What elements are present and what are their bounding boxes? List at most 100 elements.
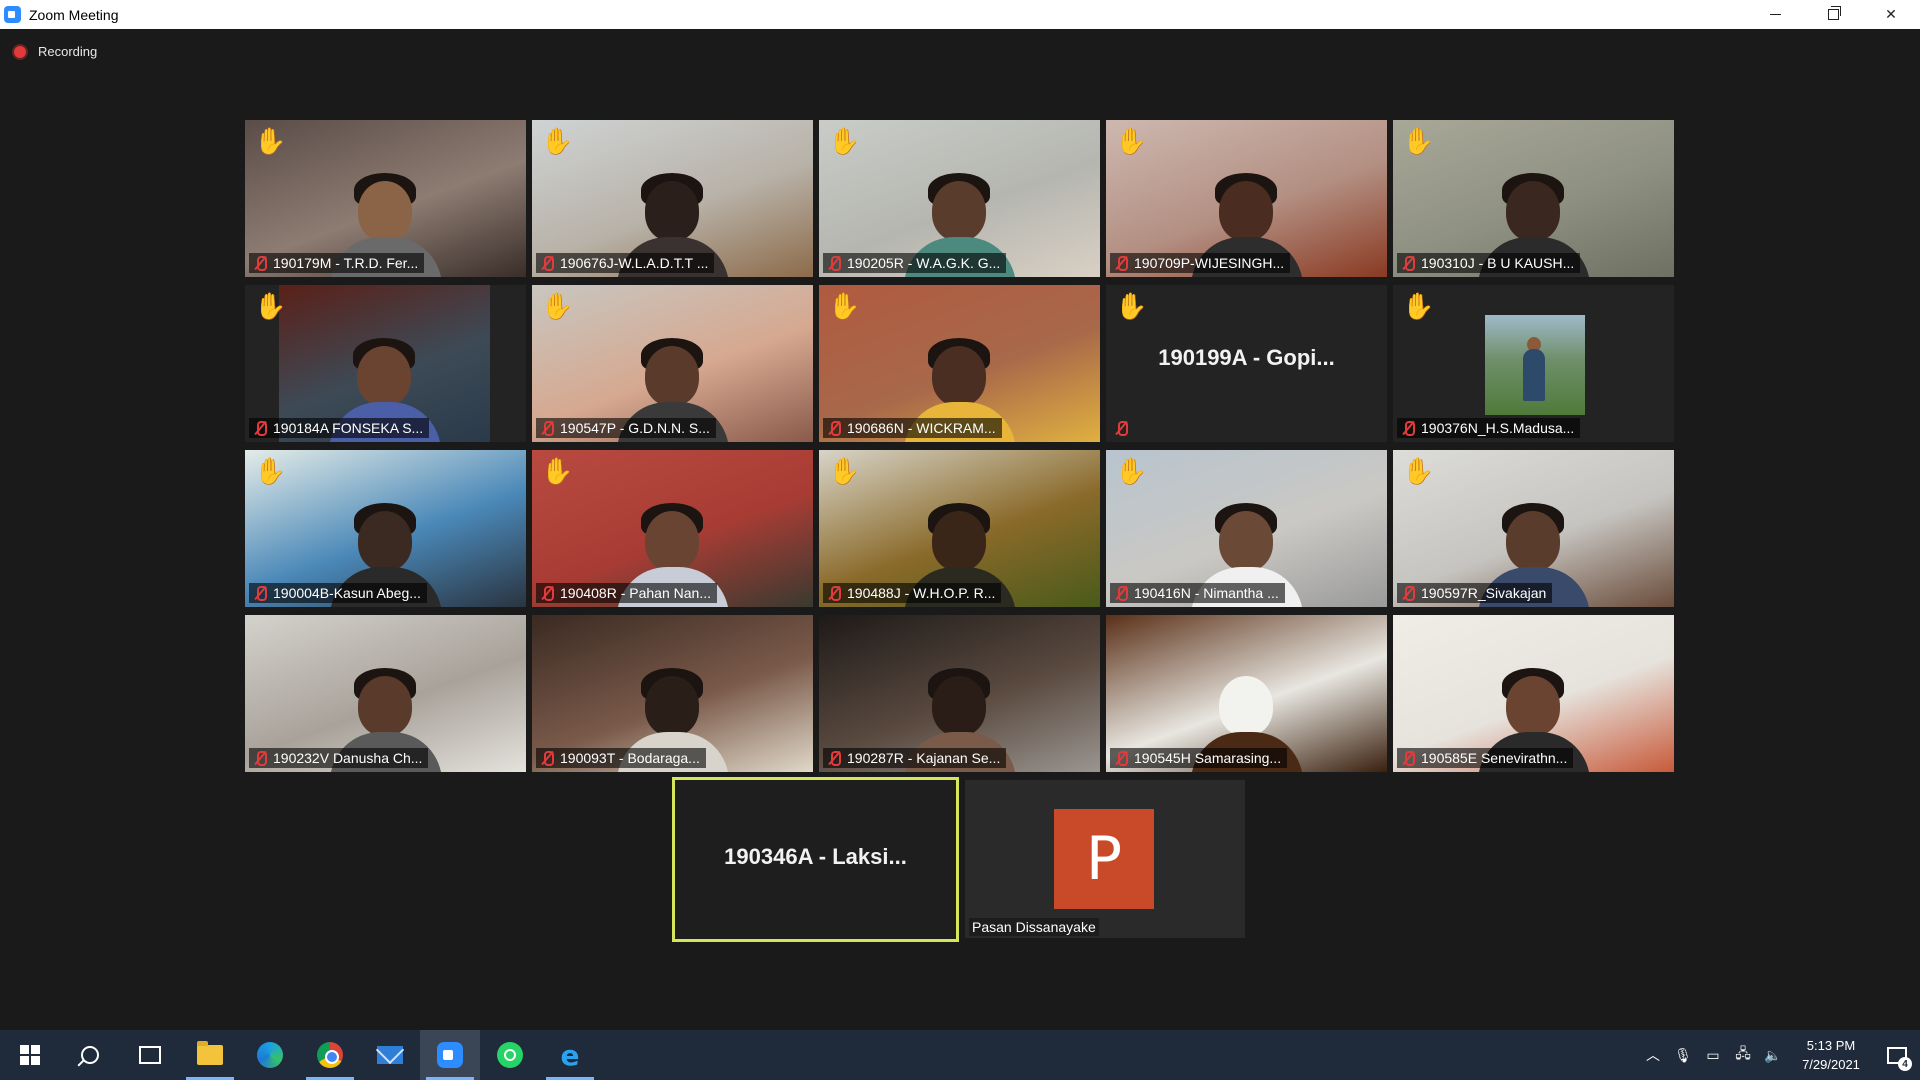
participant-tile[interactable]: ✋ 190709P-WIJESINGH... bbox=[1106, 120, 1387, 277]
internet-explorer-button[interactable]: e bbox=[540, 1030, 600, 1080]
participant-name-bar: 190179M - T.R.D. Fer... bbox=[249, 253, 425, 273]
chrome-button[interactable] bbox=[300, 1030, 360, 1080]
participant-tile[interactable]: ✋ 190184A FONSEKA S... bbox=[245, 285, 526, 442]
muted-mic-icon bbox=[825, 584, 843, 602]
participant-name: 190408R - Pahan Nan... bbox=[560, 585, 711, 601]
mail-button[interactable] bbox=[360, 1030, 420, 1080]
close-icon: ✕ bbox=[1885, 6, 1897, 22]
participant-tile[interactable]: ✋ 190676J-W.L.A.D.T.T ... bbox=[532, 120, 813, 277]
participant-tile[interactable]: 190093T - Bodaraga... bbox=[532, 615, 813, 772]
participant-tile[interactable]: ✋ 190686N - WICKRAM... bbox=[819, 285, 1100, 442]
microphone-icon: 🎙 bbox=[1674, 1046, 1692, 1063]
participant-tile[interactable]: ✋ 190179M - T.R.D. Fer... bbox=[245, 120, 526, 277]
participant-name: 190310J - B U KAUSH... bbox=[1421, 255, 1575, 271]
participant-name: 190686N - WICKRAM... bbox=[847, 420, 996, 436]
task-view-button[interactable] bbox=[120, 1030, 180, 1080]
muted-mic-icon bbox=[1112, 749, 1130, 767]
restore-button[interactable] bbox=[1804, 0, 1862, 29]
raised-hand-icon: ✋ bbox=[541, 126, 574, 156]
muted-mic-icon bbox=[825, 419, 843, 437]
raised-hand-icon: ✋ bbox=[1115, 126, 1148, 156]
muted-mic-icon bbox=[538, 419, 556, 437]
mail-icon bbox=[377, 1046, 403, 1064]
taskbar: e ︿ 🎙 ▭ 🖧 🔈 5:13 PM 7/29/2021 4 bbox=[0, 1030, 1920, 1080]
whatsapp-button[interactable] bbox=[480, 1030, 540, 1080]
raised-hand-icon: ✋ bbox=[828, 126, 861, 156]
file-explorer-button[interactable] bbox=[180, 1030, 240, 1080]
participant-name-bar: 190232V Danusha Ch... bbox=[249, 748, 429, 768]
participant-tile[interactable]: ✋ 190199A - Gopi... bbox=[1106, 285, 1387, 442]
zoom-icon bbox=[437, 1042, 463, 1068]
microphone-tray-button[interactable]: 🎙 bbox=[1668, 1030, 1698, 1080]
start-button[interactable] bbox=[0, 1030, 60, 1080]
search-icon bbox=[81, 1046, 99, 1064]
muted-mic-icon bbox=[251, 254, 269, 272]
participant-name-bar: 190310J - B U KAUSH... bbox=[1397, 253, 1581, 273]
participant-tile[interactable]: ✋ 190205R - W.A.G.K. G... bbox=[819, 120, 1100, 277]
recording-indicator[interactable]: Recording bbox=[14, 44, 97, 59]
notification-count: 4 bbox=[1898, 1057, 1912, 1071]
participant-name-bar: 190093T - Bodaraga... bbox=[536, 748, 706, 768]
participant-tile[interactable]: ✋ 190376N_H.S.Madusa... bbox=[1393, 285, 1674, 442]
active-speaker-tile[interactable]: 190346A - Laksi... bbox=[672, 777, 959, 942]
internet-explorer-icon: e bbox=[560, 1038, 580, 1072]
muted-mic-icon bbox=[538, 584, 556, 602]
volume-icon: 🔈 bbox=[1764, 1046, 1782, 1063]
participant-tile[interactable]: P Pasan Dissanayake bbox=[965, 780, 1245, 938]
profile-picture bbox=[1485, 315, 1585, 415]
participant-name-bar: 190408R - Pahan Nan... bbox=[536, 583, 717, 603]
participant-tile[interactable]: 190545H Samarasing... bbox=[1106, 615, 1387, 772]
close-button[interactable]: ✕ bbox=[1862, 0, 1920, 29]
participant-name-bar: 190488J - W.H.O.P. R... bbox=[823, 583, 1002, 603]
participant-name-bar: 190597R_Sivakajan bbox=[1397, 583, 1553, 603]
raised-hand-icon: ✋ bbox=[541, 456, 574, 486]
raised-hand-icon: ✋ bbox=[1115, 456, 1148, 486]
raised-hand-icon: ✋ bbox=[1115, 291, 1148, 321]
zoom-button[interactable] bbox=[420, 1030, 480, 1080]
whatsapp-icon bbox=[497, 1042, 523, 1068]
muted-mic-icon bbox=[251, 419, 269, 437]
participant-name: 190184A FONSEKA S... bbox=[273, 420, 424, 436]
clock[interactable]: 5:13 PM 7/29/2021 bbox=[1788, 1036, 1874, 1074]
chevron-up-icon: ︿ bbox=[1646, 1047, 1660, 1063]
participant-name-bar bbox=[1110, 418, 1140, 438]
minimize-button[interactable] bbox=[1746, 0, 1804, 29]
participant-tile[interactable]: ✋ 190547P - G.D.N.N. S... bbox=[532, 285, 813, 442]
muted-mic-icon bbox=[1399, 254, 1417, 272]
zoom-app-icon bbox=[4, 6, 21, 23]
network-tray-button[interactable]: 🖧 bbox=[1728, 1030, 1758, 1080]
system-tray: ︿ 🎙 ▭ 🖧 🔈 5:13 PM 7/29/2021 4 bbox=[1638, 1030, 1920, 1080]
participant-name: 190376N_H.S.Madusa... bbox=[1421, 420, 1575, 436]
minimize-icon bbox=[1769, 14, 1781, 15]
muted-mic-icon bbox=[825, 749, 843, 767]
participant-name: 190232V Danusha Ch... bbox=[273, 750, 423, 766]
participant-tile[interactable]: ✋ 190408R - Pahan Nan... bbox=[532, 450, 813, 607]
participant-name-bar: 190287R - Kajanan Se... bbox=[823, 748, 1007, 768]
muted-mic-icon bbox=[1399, 419, 1417, 437]
participant-tile[interactable]: ✋ 190310J - B U KAUSH... bbox=[1393, 120, 1674, 277]
volume-tray-button[interactable]: 🔈 bbox=[1758, 1030, 1788, 1080]
raised-hand-icon: ✋ bbox=[1402, 126, 1435, 156]
recording-dot-icon bbox=[14, 45, 26, 58]
participant-tile[interactable]: 190585E Senevirathn... bbox=[1393, 615, 1674, 772]
battery-tray-button[interactable]: ▭ bbox=[1698, 1030, 1728, 1080]
muted-mic-icon bbox=[251, 584, 269, 602]
edge-icon bbox=[257, 1042, 283, 1068]
edge-button[interactable] bbox=[240, 1030, 300, 1080]
muted-mic-icon bbox=[1112, 584, 1130, 602]
participant-tile[interactable]: ✋ 190488J - W.H.O.P. R... bbox=[819, 450, 1100, 607]
show-hidden-icons-button[interactable]: ︿ bbox=[1638, 1030, 1668, 1080]
participant-tile[interactable]: 190232V Danusha Ch... bbox=[245, 615, 526, 772]
participant-tile[interactable]: ✋ 190004B-Kasun Abeg... bbox=[245, 450, 526, 607]
action-center-button[interactable]: 4 bbox=[1874, 1030, 1920, 1080]
participant-name: 190205R - W.A.G.K. G... bbox=[847, 255, 1001, 271]
muted-mic-icon bbox=[538, 254, 556, 272]
raised-hand-icon: ✋ bbox=[828, 291, 861, 321]
raised-hand-icon: ✋ bbox=[541, 291, 574, 321]
participant-tile[interactable]: 190287R - Kajanan Se... bbox=[819, 615, 1100, 772]
participant-tile[interactable]: ✋ 190597R_Sivakajan bbox=[1393, 450, 1674, 607]
search-button[interactable] bbox=[60, 1030, 120, 1080]
participant-name-bar: 190004B-Kasun Abeg... bbox=[249, 583, 427, 603]
participant-tile[interactable]: ✋ 190416N - Nimantha ... bbox=[1106, 450, 1387, 607]
participant-name: 190488J - W.H.O.P. R... bbox=[847, 585, 996, 601]
